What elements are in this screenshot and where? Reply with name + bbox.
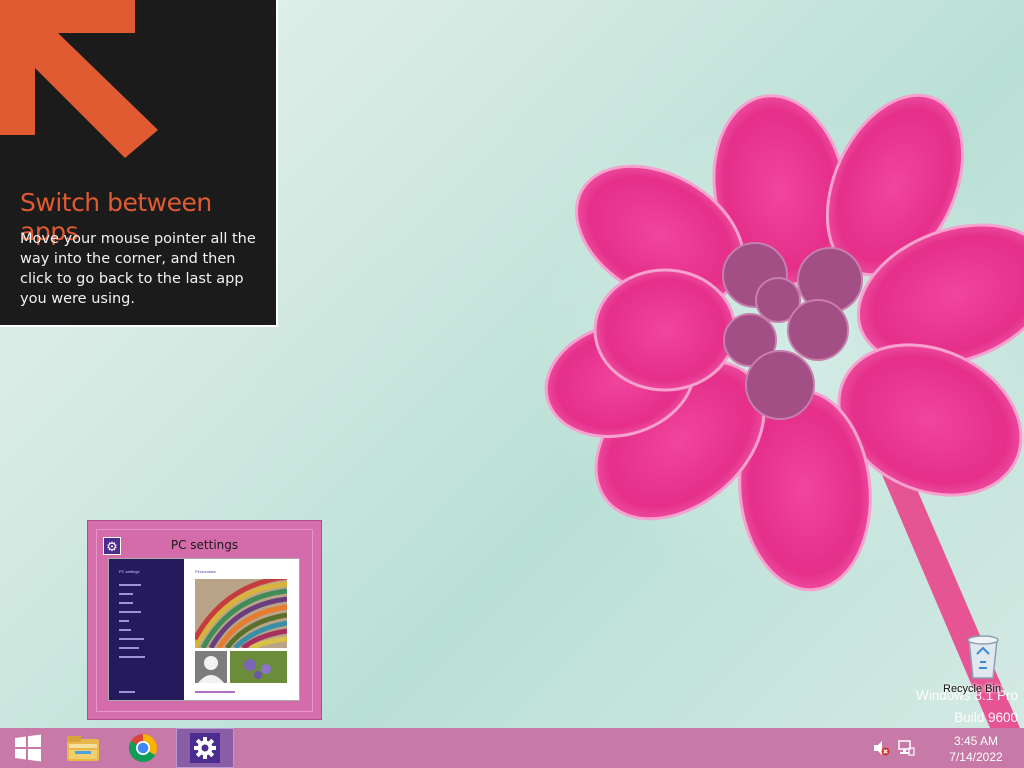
preview-sidebar-item [119,611,141,613]
watermark-build: Build 9600 [954,710,1018,725]
taskbar-clock[interactable]: 3:45 AM 7/14/2022 [936,733,1016,765]
volume-muted-icon[interactable] [872,739,890,757]
tip-body: Move your mouse pointer all the way into… [20,231,256,307]
user-silhouette-icon [198,656,224,683]
chrome-icon [129,734,157,762]
clock-time: 3:45 AM [953,734,999,748]
taskbar [0,728,1024,768]
windows-logo-icon [15,734,41,762]
preview-main-header: Personalize [195,569,216,574]
preview-sidebar-item [119,584,141,586]
recycle-bin-label: Recycle Bin [943,683,1002,695]
pc-settings-icon [190,733,220,763]
preview-sidebar-item [119,647,139,649]
recycle-bin-icon [966,635,999,679]
clock-date: 7/14/2022 [949,750,1003,764]
preview-sidebar-item [119,656,145,658]
network-icon[interactable] [897,739,915,757]
preview-link [195,691,235,693]
taskbar-file-explorer[interactable] [55,728,111,768]
preview-nature-image [230,651,287,683]
preview-sidebar-item [119,593,133,595]
preview-sidebar-item [119,629,131,631]
preview-sidebar-item [119,691,135,693]
file-explorer-icon [67,736,99,761]
switch-apps-tip: Switch between apps Move your mouse poin… [0,0,278,327]
preview-sidebar-header: PC settings [119,569,140,574]
preview-lockscreen-image [195,579,287,648]
thumbnail-title: PC settings [170,538,239,552]
corner-arrow-icon [0,0,158,158]
preview-sidebar-item [119,638,144,640]
preview-sidebar-item [119,602,133,604]
taskbar-pc-settings[interactable] [176,728,234,768]
taskbar-chrome[interactable] [115,728,171,768]
preview-sidebar: PC settings [109,559,184,700]
preview-account-image [195,651,227,683]
preview-sidebar-item [119,620,129,622]
start-button[interactable] [0,728,56,768]
thumbnail-window-preview[interactable]: PC settings Personalize [108,558,300,701]
